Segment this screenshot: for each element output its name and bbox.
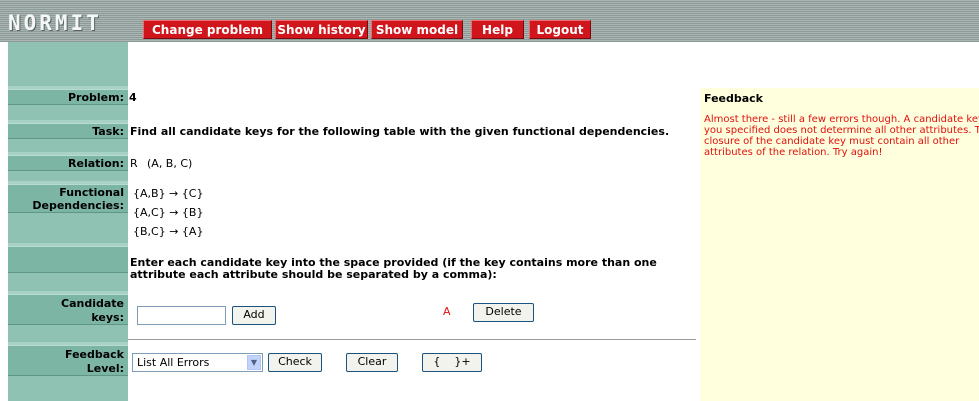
chevron-down-icon[interactable]: ▼: [247, 355, 261, 370]
task-label: Task:: [8, 123, 128, 139]
candidate-key-input[interactable]: [137, 306, 226, 325]
fl-label-line2: Level:: [86, 362, 124, 375]
instruction-text: Enter each candidate key into the space …: [130, 257, 657, 281]
header-bar: NORMIT Change problem Show history Show …: [0, 0, 979, 42]
ck-label-line1: Candidate: [61, 297, 124, 310]
add-button[interactable]: Add: [232, 306, 276, 325]
dependency-3: {B,C} → {A}: [133, 225, 204, 238]
show-history-button[interactable]: Show history: [275, 20, 368, 39]
instruction-label-cell: [8, 246, 128, 273]
change-problem-button[interactable]: Change problem: [143, 20, 272, 39]
closure-button[interactable]: { }+: [422, 353, 482, 372]
candidate-keys-label: Candidate keys:: [8, 294, 128, 325]
fd-label-line2: Dependencies:: [32, 199, 124, 212]
task-text: Find all candidate keys for the followin…: [130, 125, 670, 138]
relation-name: R: [130, 157, 138, 170]
fd-label-line1: Functional: [59, 186, 124, 199]
check-button[interactable]: Check: [268, 353, 322, 372]
feedback-level-select[interactable]: List All Errors ▼: [132, 353, 263, 372]
dependency-2: {A,C} → {B}: [133, 206, 204, 219]
show-model-button[interactable]: Show model: [371, 20, 463, 39]
feedback-level-value: List All Errors: [137, 356, 210, 369]
instruction-line2: attribute each attribute should be separ…: [130, 268, 497, 281]
help-button[interactable]: Help: [471, 20, 524, 39]
feedback-level-label: Feedback Level:: [8, 345, 128, 376]
problem-label: Problem:: [8, 89, 128, 105]
dependency-1: {A,B} → {C}: [133, 187, 204, 200]
divider: [128, 339, 696, 340]
relation-attributes: (A, B, C): [147, 157, 193, 170]
clear-button[interactable]: Clear: [346, 353, 398, 372]
delete-button[interactable]: Delete: [473, 303, 534, 322]
app-logo: NORMIT: [8, 11, 102, 35]
feedback-message: Almost there - still a few errors though…: [704, 114, 979, 158]
ck-label-line2: keys:: [91, 311, 124, 324]
relation-label: Relation:: [8, 155, 128, 171]
entered-candidate-key: A: [443, 305, 451, 318]
logout-button[interactable]: Logout: [529, 20, 591, 39]
fl-label-line1: Feedback: [65, 348, 124, 361]
functional-dependencies-label: Functional Dependencies:: [8, 184, 128, 213]
feedback-title: Feedback: [704, 92, 763, 105]
problem-number: 4: [129, 91, 137, 104]
